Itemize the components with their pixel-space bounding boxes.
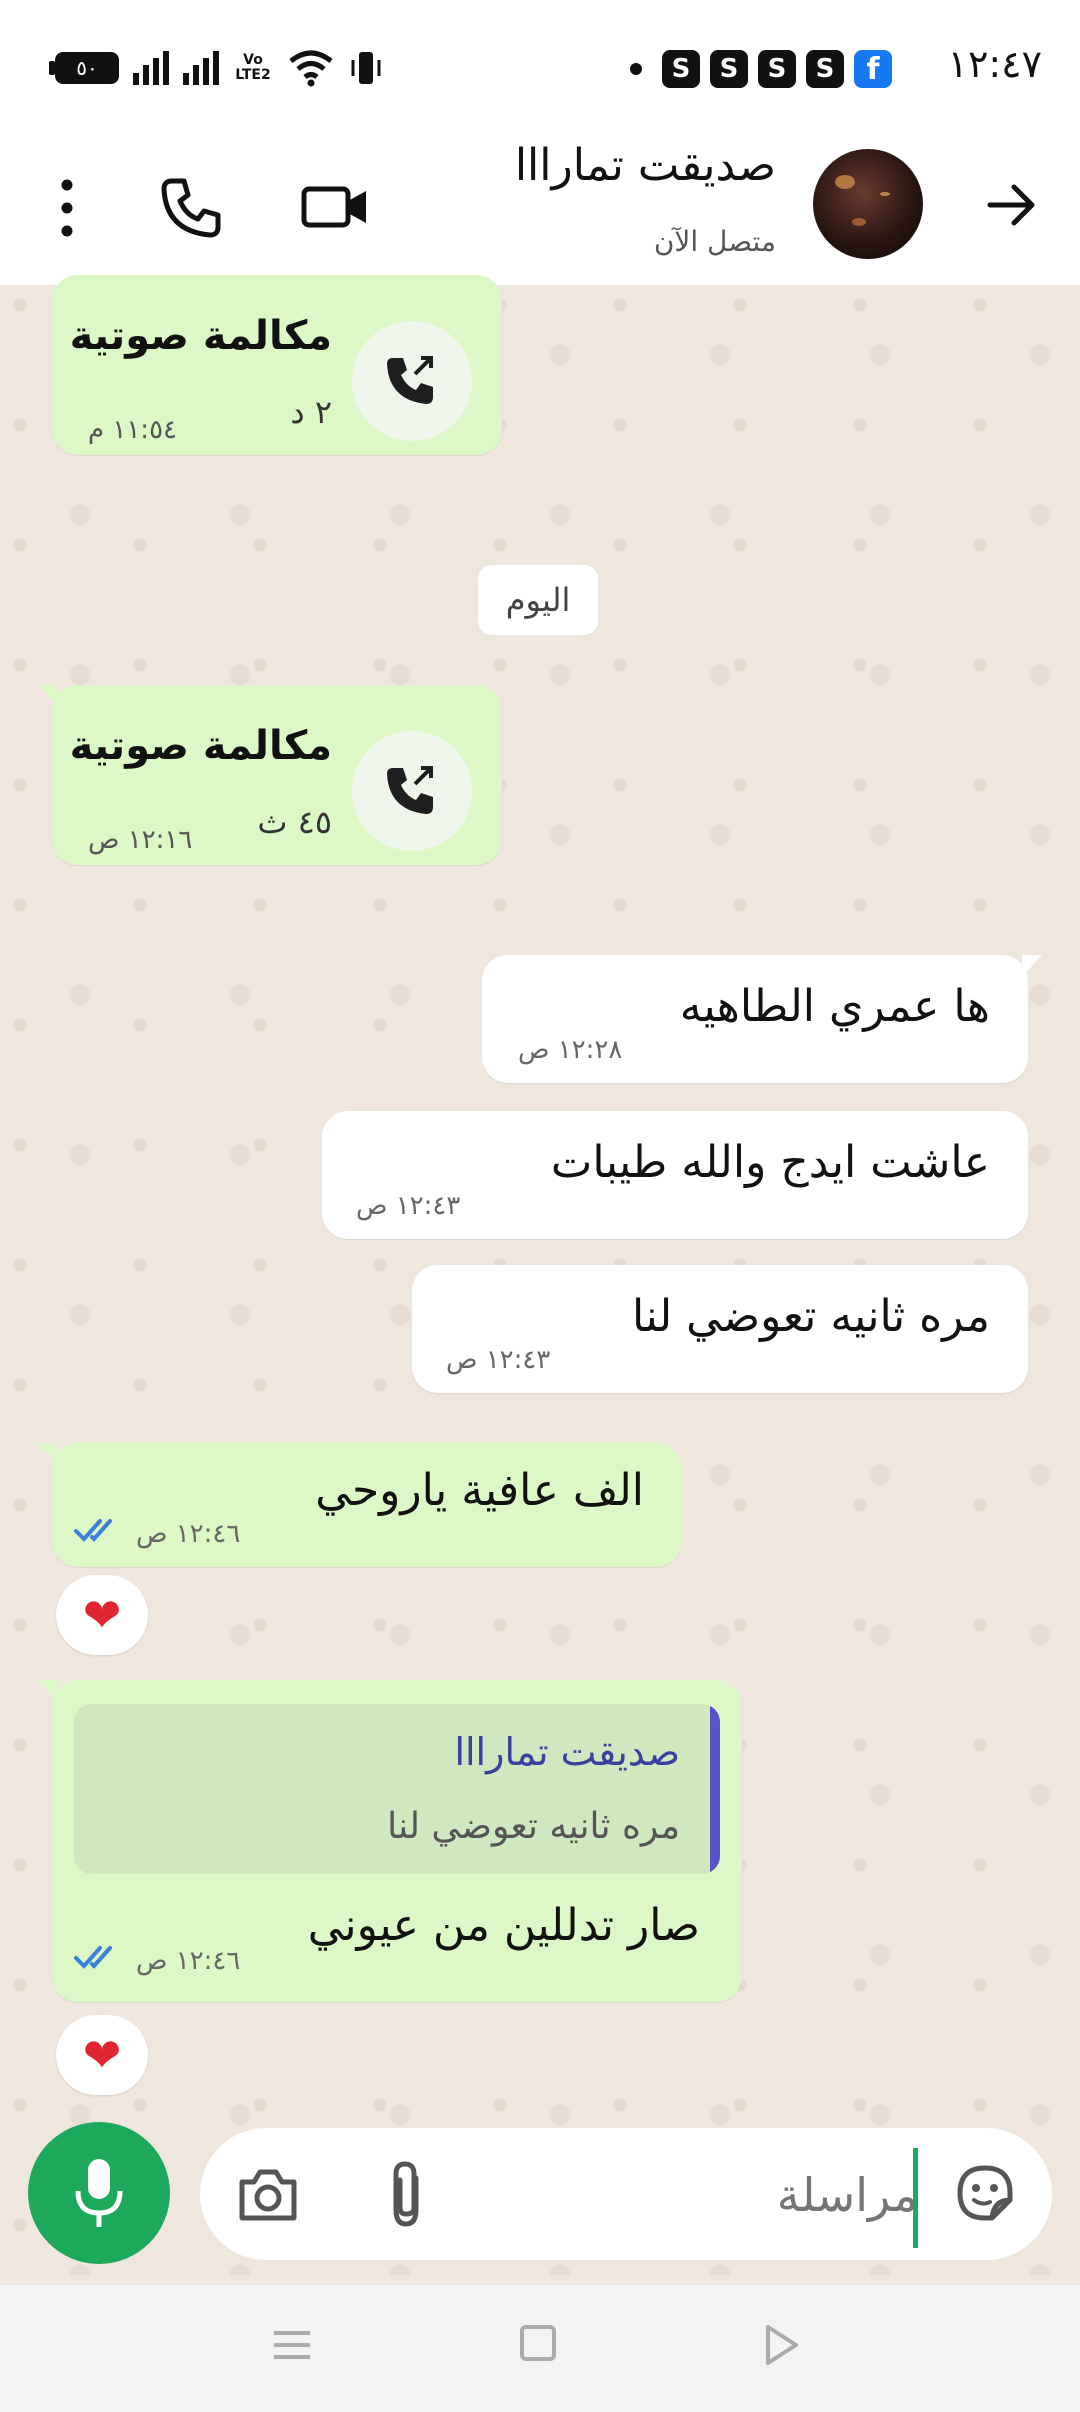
mic-button[interactable] — [28, 2122, 170, 2264]
call-title: مكالمة صوتية — [69, 723, 332, 769]
outgoing-message[interactable]: الف عافية ياروحي ١٢:٤٦ ص — [38, 1443, 682, 1567]
message-time: ١٢:١٦ ص — [88, 825, 193, 855]
date-divider: اليوم — [478, 565, 598, 635]
vibrate-icon — [351, 52, 381, 84]
s-app-icon: S — [662, 50, 700, 88]
volte-label: Vo LTE2 — [235, 52, 271, 83]
facebook-icon: f — [854, 50, 892, 88]
s-app-icon: S — [710, 50, 748, 88]
status-bar: ٥٠ Vo LTE2 S S S S f ١٢:٤٧ — [0, 0, 1080, 135]
message-input-pill — [200, 2128, 1052, 2260]
message-input[interactable] — [496, 2158, 920, 2232]
quote-bar — [710, 1704, 720, 1874]
message-text: صار تدللين من عيوني — [307, 1900, 700, 1951]
video-call-icon[interactable] — [300, 177, 370, 237]
outgoing-call-icon — [352, 321, 472, 441]
s-app-icon: S — [758, 50, 796, 88]
quote-author: صديقت تمارااا — [454, 1730, 680, 1774]
read-ticks-icon — [74, 1519, 112, 1542]
home-icon[interactable] — [520, 2325, 556, 2361]
battery-icon: ٥٠ — [49, 52, 119, 84]
message-text: عاشت ايدج والله طيبات — [550, 1137, 990, 1188]
avatar[interactable] — [813, 149, 923, 259]
status-left-icons: ٥٠ Vo LTE2 — [49, 48, 383, 88]
incoming-message[interactable]: ها عمري الطاهيه ١٢:٢٨ ص — [482, 955, 1042, 1083]
notification-icons: S S S S f — [630, 50, 892, 88]
chat-header: صديقت تمارااا متصل الآن — [0, 135, 1080, 285]
message-time: ١٢:٤٦ ص — [136, 1946, 241, 1976]
dot-icon — [630, 63, 642, 75]
nav-back-icon[interactable] — [762, 2323, 802, 2367]
menu-icon[interactable] — [52, 175, 82, 241]
back-arrow-icon[interactable] — [982, 175, 1042, 235]
message-time: ١٢:٤٣ ص — [356, 1191, 461, 1221]
status-time: ١٢:٤٧ — [947, 42, 1042, 86]
sticker-icon[interactable] — [952, 2160, 1018, 2226]
signal-icon — [133, 51, 169, 85]
mic-icon — [75, 2159, 123, 2227]
call-duration: ٢ د — [290, 393, 332, 431]
attach-icon[interactable] — [386, 2158, 426, 2230]
call-title: مكالمة صوتية — [69, 313, 332, 359]
recents-icon[interactable] — [272, 2325, 312, 2365]
outgoing-call-icon — [352, 731, 472, 851]
heart-reaction[interactable]: ❤ — [56, 1575, 148, 1655]
outgoing-reply-message[interactable]: صديقت تمارااا مره ثانيه تعوضي لنا صار تد… — [38, 1680, 742, 2002]
chat-area[interactable]: مكالمة صوتية ٢ د ١١:٥٤ م اليوم مكالمة صو… — [0, 275, 1080, 2275]
incoming-message[interactable]: مره ثانيه تعوضي لنا ١٢:٤٣ ص — [412, 1265, 1028, 1393]
signal-icon-2 — [183, 51, 219, 85]
message-text: ها عمري الطاهيه — [679, 981, 990, 1032]
contact-status: متصل الآن — [653, 225, 776, 258]
quote-text: مره ثانيه تعوضي لنا — [387, 1806, 680, 1847]
message-time: ١١:٥٤ م — [88, 415, 177, 445]
call-duration: ٤٥ ث — [257, 803, 332, 841]
heart-reaction[interactable]: ❤ — [56, 2015, 148, 2095]
contact-name[interactable]: صديقت تمارااا — [515, 140, 776, 191]
message-time: ١٢:٤٦ ص — [136, 1519, 241, 1549]
read-ticks-icon — [74, 1946, 112, 1969]
quoted-message[interactable]: صديقت تمارااا مره ثانيه تعوضي لنا — [74, 1704, 720, 1874]
wifi-icon — [289, 50, 333, 87]
voice-call-bubble[interactable]: مكالمة صوتية ٤٥ ث ١٢:١٦ ص — [38, 685, 502, 865]
incoming-message[interactable]: عاشت ايدج والله طيبات ١٢:٤٣ ص — [322, 1111, 1028, 1239]
voice-call-icon[interactable] — [158, 175, 224, 241]
message-text: مره ثانيه تعوضي لنا — [632, 1291, 990, 1342]
message-time: ١٢:٤٣ ص — [446, 1345, 551, 1375]
input-bar — [0, 2100, 1080, 2285]
camera-icon[interactable] — [236, 2166, 300, 2224]
system-nav-bar — [0, 2285, 1080, 2412]
message-text: الف عافية ياروحي — [315, 1465, 644, 1516]
s-app-icon: S — [806, 50, 844, 88]
battery-level: ٥٠ — [76, 56, 98, 80]
message-time: ١٢:٢٨ ص — [518, 1035, 623, 1065]
voice-call-bubble[interactable]: مكالمة صوتية ٢ د ١١:٥٤ م — [52, 275, 502, 455]
text-caret — [913, 2148, 918, 2248]
